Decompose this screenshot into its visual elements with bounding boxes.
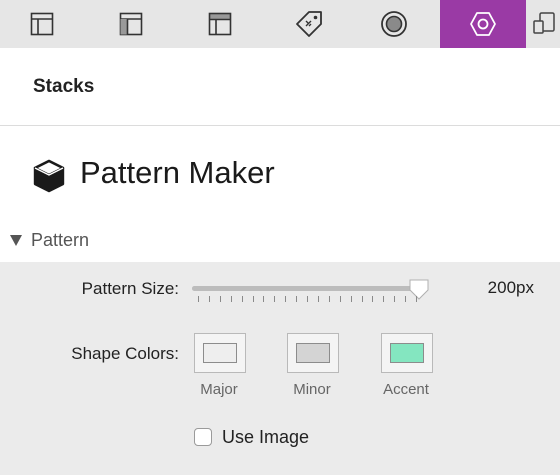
record-button[interactable] — [370, 0, 418, 48]
tag-button[interactable] — [285, 0, 333, 48]
slider-tick — [263, 296, 264, 302]
pattern-disclosure[interactable]: Pattern — [10, 230, 89, 251]
slider-tick — [340, 296, 341, 302]
slider-tick — [405, 296, 406, 302]
minor-color-well[interactable] — [287, 333, 339, 373]
stacks-header: Stacks — [0, 48, 560, 126]
stacks-label: Stacks — [33, 76, 95, 97]
layout-sidebar-icon — [119, 12, 143, 36]
layout-header-button[interactable] — [196, 0, 244, 48]
slider-tick — [351, 296, 352, 302]
slider-tick — [383, 296, 384, 302]
use-image-checkbox[interactable] — [194, 428, 212, 446]
major-color-swatch — [203, 343, 237, 363]
hexagon-settings-icon — [470, 12, 496, 36]
pattern-size-label: Pattern Size: — [81, 279, 179, 298]
slider-tick — [242, 296, 243, 302]
major-color-well[interactable] — [194, 333, 246, 373]
slider-tick — [329, 296, 330, 302]
slider-ticks — [198, 296, 417, 304]
pattern-settings-panel: Pattern Size: 200px Shape Colors: Major … — [0, 262, 560, 475]
circle-record-icon — [381, 11, 407, 37]
tag-icon — [296, 11, 322, 37]
stack-settings-button[interactable] — [440, 0, 526, 48]
pattern-size-slider[interactable] — [192, 286, 428, 291]
slider-tick — [362, 296, 363, 302]
shape-colors-label: Shape Colors: — [71, 344, 179, 363]
section-label: Pattern — [31, 230, 90, 250]
layout-button[interactable] — [18, 0, 66, 48]
slider-tick — [253, 296, 254, 302]
accent-color-well[interactable] — [381, 333, 433, 373]
pattern-size-value: 200px — [487, 278, 534, 297]
slider-tick — [285, 296, 286, 302]
slider-tick — [394, 296, 395, 302]
stack-title-area: Pattern Maker Pattern — [0, 126, 560, 262]
minor-color-label: Minor — [293, 381, 331, 398]
accent-color-label: Accent — [383, 381, 429, 398]
slider-tick — [274, 296, 275, 302]
device-preview-button[interactable] — [528, 0, 560, 48]
layout-sidebar-button[interactable] — [107, 0, 155, 48]
accent-color-swatch — [390, 343, 424, 363]
slider-tick — [231, 296, 232, 302]
layout-icon — [30, 12, 54, 36]
major-color-label: Major — [200, 381, 238, 398]
slider-tick — [416, 296, 417, 302]
cube-icon — [33, 159, 65, 193]
disclosure-triangle-icon — [10, 235, 22, 246]
toolbar — [0, 0, 560, 48]
slider-tick — [209, 296, 210, 302]
use-image-label[interactable]: Use Image — [222, 427, 309, 448]
slider-tick — [318, 296, 319, 302]
layout-header-icon — [208, 12, 232, 36]
slider-tick — [372, 296, 373, 302]
minor-color-swatch — [296, 343, 330, 363]
slider-tick — [296, 296, 297, 302]
device-preview-icon — [533, 12, 555, 34]
page-title: Pattern Maker — [80, 155, 275, 190]
slider-tick — [307, 296, 308, 302]
slider-fill — [192, 286, 419, 291]
slider-tick — [198, 296, 199, 302]
slider-tick — [220, 296, 221, 302]
